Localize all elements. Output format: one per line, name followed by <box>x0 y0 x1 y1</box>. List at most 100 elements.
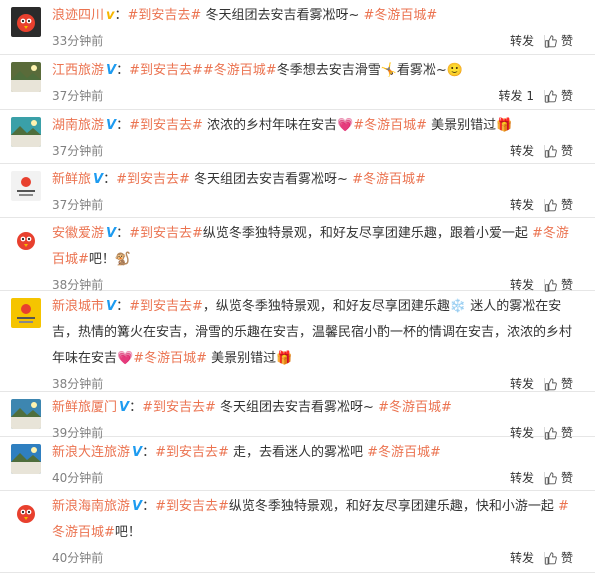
like-button[interactable]: 赞 <box>544 31 573 51</box>
hashtag-link[interactable]: #到安吉去# <box>129 63 203 78</box>
verified-badge-icon: V <box>106 63 117 78</box>
verified-badge-icon: V <box>119 400 130 415</box>
repost-button[interactable]: 转发 <box>510 195 534 215</box>
comment-text: ： <box>142 445 156 460</box>
comment-text: ： <box>142 499 156 514</box>
comment-text: 吧！ <box>114 525 141 540</box>
timestamp: 37分钟前 <box>52 89 104 103</box>
like-button[interactable]: 赞 <box>544 468 573 488</box>
hashtag-link[interactable]: #到安吉去# <box>129 299 203 314</box>
thumbs-up-icon <box>545 377 557 391</box>
landscape-avatar-icon[interactable] <box>11 117 41 147</box>
bird-avatar-icon[interactable] <box>11 225 41 255</box>
verified-badge-icon: V <box>106 299 117 314</box>
like-label: 赞 <box>560 34 573 48</box>
comment-item: 新浪城市 V：#到安吉去#，纵览冬季独特景观，和好友尽享团建乐趣❄️ 迷人的雾凇在… <box>0 291 595 392</box>
hashtag-link[interactable]: #到安吉去# <box>142 400 216 415</box>
comment-list: 浪迹四川 v：#到安吉去# 冬天组团去安吉看雾凇呀~ #冬游百城# 33分钟前 转发赞… <box>0 0 595 573</box>
comment-item: 江西旅游 V：#到安吉去##冬游百城#冬季想去安吉滑雪🤸看雾凇~🙂 37分钟前 转发 … <box>0 55 595 110</box>
comment-text: 纵览冬季独特景观，和好友尽享团建乐趣，跟着小爱一起 <box>202 226 533 241</box>
logo-avatar-icon[interactable] <box>11 298 41 328</box>
hashtag-link[interactable]: #到安吉去# <box>155 445 229 460</box>
hashtag-link[interactable]: #冬游百城# <box>378 400 452 415</box>
repost-button[interactable]: 转发 1 <box>499 86 534 106</box>
bird-avatar-icon[interactable] <box>11 7 41 37</box>
author-name[interactable]: 新鲜旅 <box>52 172 91 187</box>
like-label: 赞 <box>560 377 573 391</box>
comment-text: 走，去看迷人的雾凇吧 <box>228 445 368 460</box>
author-name[interactable]: 新浪城市 <box>52 299 104 314</box>
comment-item: 新浪大连旅游 V：#到安吉去# 走，去看迷人的雾凇吧 #冬游百城# 40分钟前 转发 赞 <box>0 437 595 491</box>
hashtag-link[interactable]: #到安吉去# <box>116 172 190 187</box>
verified-badge-icon: V <box>106 226 117 241</box>
comment-item: 安徽爱游 V：#到安吉去#纵览冬季独特景观，和好友尽享团建乐趣，跟着小爱一起 #冬… <box>0 218 595 292</box>
like-button[interactable]: 赞 <box>544 195 573 215</box>
landscape-avatar-icon[interactable] <box>11 62 41 92</box>
hashtag-link[interactable]: #到安吉去# <box>129 226 203 241</box>
author-name[interactable]: 江西旅游 <box>52 63 104 78</box>
repost-button[interactable]: 转发 <box>510 468 534 488</box>
like-button[interactable]: 赞 <box>544 548 573 568</box>
bird-avatar-icon[interactable] <box>11 498 41 528</box>
comment-content: 江西旅游 V：#到安吉去##冬游百城#冬季想去安吉滑雪🤸看雾凇~🙂 <box>52 58 577 84</box>
hashtag-link[interactable]: #冬游百城# <box>353 118 427 133</box>
like-button[interactable]: 赞 <box>544 374 573 394</box>
landscape-avatar-icon[interactable] <box>11 444 41 474</box>
thumbs-up-icon <box>545 34 557 48</box>
comment-item: 新浪海南旅游 V：#到安吉去#纵览冬季独特景观，和好友尽享团建乐趣，快和小游一起 … <box>0 491 595 573</box>
comment-text: 美景别错过🎁 <box>427 118 513 133</box>
repost-button[interactable]: 转发 <box>510 141 534 161</box>
like-button[interactable]: 赞 <box>544 141 573 161</box>
repost-button[interactable]: 转发 <box>510 374 534 394</box>
author-name[interactable]: 新鲜旅厦门 <box>52 400 117 415</box>
comment-content: 新浪海南旅游 V：#到安吉去#纵览冬季独特景观，和好友尽享团建乐趣，快和小游一起 … <box>52 494 577 546</box>
timestamp: 37分钟前 <box>52 198 104 212</box>
verified-badge-icon: v <box>106 8 115 23</box>
comment-text: 冬天组团去安吉看雾凇呀~ <box>215 400 379 415</box>
comment-content: 湖南旅游 V：#到安吉去# 浓浓的乡村年味在安吉💗#冬游百城# 美景别错过🎁 <box>52 113 577 139</box>
hashtag-link[interactable]: #到安吉去# <box>129 118 203 133</box>
hashtag-link[interactable]: #到安吉去# <box>155 499 229 514</box>
author-name[interactable]: 安徽爱游 <box>52 226 104 241</box>
comment-text: 浓浓的乡村年味在安吉💗 <box>202 118 354 133</box>
logo-avatar-icon[interactable] <box>11 171 41 201</box>
hashtag-link[interactable]: #到安吉去# <box>128 8 202 23</box>
comment-content: 新鲜旅 V：#到安吉去# 冬天组团去安吉看雾凇呀~ #冬游百城# <box>52 167 577 193</box>
hashtag-link[interactable]: #冬游百城# <box>352 172 426 187</box>
thumbs-up-icon <box>545 144 557 158</box>
hashtag-link[interactable]: #冬游百城# <box>203 63 277 78</box>
comment-text: ： <box>129 400 143 415</box>
hashtag-link[interactable]: #冬游百城# <box>367 445 441 460</box>
comment-text: 吧！🐒 <box>88 252 132 267</box>
thumbs-up-icon <box>545 198 557 212</box>
comment-item: 湖南旅游 V：#到安吉去# 浓浓的乡村年味在安吉💗#冬游百城# 美景别错过🎁 37分… <box>0 110 595 164</box>
comment-text: ： <box>114 8 128 23</box>
comment-text: 冬天组团去安吉看雾凇呀~ <box>201 8 364 23</box>
comment-content: 新鲜旅厦门 V：#到安吉去# 冬天组团去安吉看雾凇呀~ #冬游百城# <box>52 395 577 421</box>
hashtag-link[interactable]: #冬游百城# <box>363 8 437 23</box>
author-name[interactable]: 浪迹四川 <box>52 8 104 23</box>
timestamp: 40分钟前 <box>52 551 104 565</box>
repost-button[interactable]: 转发 <box>510 31 534 51</box>
timestamp: 33分钟前 <box>52 34 104 48</box>
comment-item: 浪迹四川 v：#到安吉去# 冬天组团去安吉看雾凇呀~ #冬游百城# 33分钟前 转发 赞 <box>0 0 595 55</box>
comment-text: ： <box>116 118 130 133</box>
comment-content: 新浪大连旅游 V：#到安吉去# 走，去看迷人的雾凇吧 #冬游百城# <box>52 440 577 466</box>
like-label: 赞 <box>560 551 573 565</box>
hashtag-link[interactable]: #冬游百城# <box>133 351 207 366</box>
verified-badge-icon: V <box>106 118 117 133</box>
timestamp: 40分钟前 <box>52 471 104 485</box>
landscape-avatar-icon[interactable] <box>11 399 41 429</box>
author-name[interactable]: 新浪大连旅游 <box>52 445 130 460</box>
timestamp: 37分钟前 <box>52 144 104 158</box>
like-button[interactable]: 赞 <box>544 86 573 106</box>
timestamp: 38分钟前 <box>52 377 104 391</box>
comment-item: 新鲜旅厦门 V：#到安吉去# 冬天组团去安吉看雾凇呀~ #冬游百城# 39分钟前 转发… <box>0 392 595 440</box>
repost-button[interactable]: 转发 <box>510 548 534 568</box>
comment-content: 安徽爱游 V：#到安吉去#纵览冬季独特景观，和好友尽享团建乐趣，跟着小爱一起 #冬… <box>52 221 577 273</box>
author-name[interactable]: 湖南旅游 <box>52 118 104 133</box>
comment-text: 美景别错过🎁 <box>206 351 293 366</box>
thumbs-up-icon <box>545 471 557 485</box>
comment-text: ： <box>116 63 130 78</box>
author-name[interactable]: 新浪海南旅游 <box>52 499 130 514</box>
